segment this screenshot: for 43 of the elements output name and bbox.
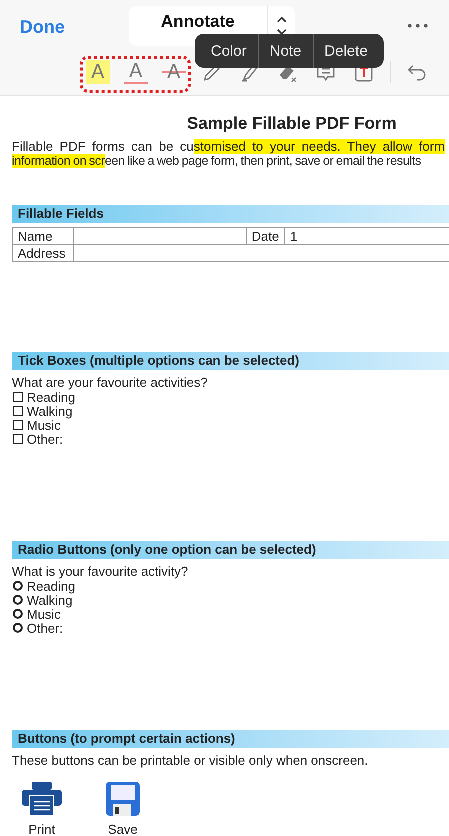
question-text: What is your favourite activity?	[12, 565, 190, 579]
field-label: Date	[246, 228, 285, 244]
field-label: Address	[12, 244, 74, 262]
checkbox[interactable]	[13, 420, 23, 430]
more-icon[interactable]	[407, 23, 429, 29]
radio-button[interactable]	[13, 595, 23, 605]
print-button[interactable]: Print	[22, 782, 62, 836]
highlighted-text: stomised to your needs. They allow form	[194, 139, 446, 154]
option-label: Walking	[27, 592, 73, 608]
section-heading: Radio Buttons (only one option can be selected)	[12, 541, 449, 559]
underline-tool[interactable]: A	[124, 60, 148, 84]
question-text: What are your favourite activities?	[12, 376, 209, 390]
question-text: These buttons can be printable or visible only when onscreen.	[12, 754, 370, 768]
field-label: Name	[12, 228, 74, 244]
checkbox[interactable]	[13, 434, 23, 444]
option-label: Other:	[27, 432, 64, 446]
section-heading: Fillable Fields	[12, 205, 449, 223]
option-label: Music	[27, 418, 61, 432]
option-label: Other:	[27, 620, 64, 636]
option-label: Walking	[27, 404, 73, 418]
option-label: Reading	[27, 578, 76, 594]
option-label: Reading	[27, 390, 76, 404]
checkbox[interactable]	[13, 406, 23, 416]
save-button[interactable]: Save	[106, 782, 140, 836]
input-field[interactable]	[74, 228, 246, 244]
mode-title: Annotate	[160, 13, 236, 31]
radio-button[interactable]	[13, 609, 23, 619]
option-label: Music	[27, 606, 61, 622]
highlight-tool[interactable]: A	[86, 60, 110, 84]
menu-item[interactable]: Delete	[312, 34, 384, 68]
highlighted-text: information on scr	[12, 154, 105, 168]
printer-icon	[22, 782, 62, 816]
input-field[interactable]: 1	[284, 228, 449, 244]
done-button[interactable]: Done	[20, 16, 65, 38]
radio-button[interactable]	[13, 623, 23, 633]
paragraph-text: Fillable PDF forms can be cu	[12, 139, 194, 154]
section-heading: Buttons (to prompt certain actions)	[12, 730, 449, 748]
section-heading: Tick Boxes (multiple options can be selected)	[12, 352, 449, 370]
menu-item[interactable]: Note	[258, 34, 313, 68]
paragraph-text: een like a web page form, then print, save or email the results	[104, 154, 422, 168]
checkbox[interactable]	[13, 392, 23, 402]
radio-button[interactable]	[13, 581, 23, 591]
document-title: Sample Fillable PDF Form	[186, 114, 398, 134]
